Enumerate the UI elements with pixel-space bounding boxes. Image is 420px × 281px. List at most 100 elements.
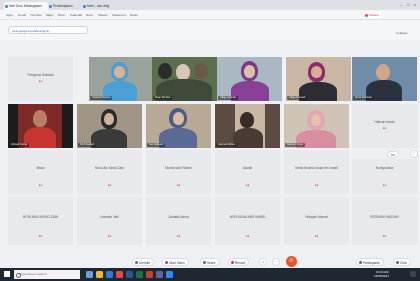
participant-tile[interactable]: Norsyuhada ●● <box>352 159 417 194</box>
share-button[interactable]: Share <box>200 258 220 266</box>
participant-tile[interactable]: Pengurus Sekolah ●● <box>8 57 73 101</box>
bookmark-item[interactable]: Calendar <box>70 12 82 18</box>
participant-tile[interactable]: Hafizah Ismail ●● <box>352 104 417 148</box>
more-icon[interactable]: ⋯ <box>272 258 280 266</box>
tab-favicon <box>5 4 8 8</box>
participant-name: Nurul Ain Mohd Zain <box>95 166 124 170</box>
participant-tile[interactable]: Azizah ●● <box>215 150 280 194</box>
bookmark-item[interactable]: Apps <box>6 12 13 18</box>
browser-tab-1[interactable]: Hari Guru Kebangsaan <box>4 2 48 10</box>
record-icon <box>230 261 234 264</box>
mic-off-icon: ●● <box>176 234 181 238</box>
participant-figure <box>240 112 254 128</box>
participant-name: Cikgu Aminah <box>218 96 239 100</box>
participant-tile[interactable]: Norazlin Jalil ●● <box>77 197 142 245</box>
participant-tile[interactable]: Mohd Khairul Anuar bin Ismail ●● <box>284 150 349 194</box>
excel-icon[interactable] <box>136 271 143 278</box>
bookmark-item[interactable]: Drive <box>58 12 65 18</box>
share-screen-icon <box>202 261 206 264</box>
bookmark-item[interactable]: News <box>130 12 138 18</box>
participant-name: Hidayah Ahmad <box>305 215 328 219</box>
bookmark-item[interactable]: Docs <box>86 12 93 18</box>
bookmark-item[interactable]: Classroom <box>112 12 126 18</box>
more-options-icon[interactable]: ⋮ <box>410 150 418 158</box>
collapse-button[interactable]: Collapse <box>396 31 408 35</box>
participant-name: Ahmad Faizal <box>9 143 29 147</box>
zoom-icon[interactable] <box>166 271 173 278</box>
browser-tab-3[interactable]: Meet - abc-defg <box>82 2 114 10</box>
start-video-label: Start Video <box>169 261 185 265</box>
mic-off-icon: ●● <box>382 183 387 187</box>
participant-tile[interactable]: NOR AZIAN ABD HAMID ●● <box>215 197 280 245</box>
bookmark-item[interactable]: Gmail <box>18 12 26 18</box>
unmute-button[interactable]: Unmute <box>132 258 155 266</box>
minimize-icon[interactable]: – <box>400 2 402 7</box>
participant-name: Norazlin Jalil <box>100 215 119 219</box>
participant-name: Nur Hidayah <box>147 143 166 147</box>
participant-tile[interactable]: Hidayah Ahmad ●● <box>284 197 349 245</box>
meeting-window: Hari Guru Kebangsaan Pembelajaran Meet -… <box>0 0 420 281</box>
participant-tile[interactable]: ROSLINDA MOHD ZAIN ●● <box>8 197 73 245</box>
chat-label: Chat <box>400 261 407 265</box>
close-icon[interactable]: × <box>414 2 416 7</box>
notification-icon[interactable] <box>410 271 416 277</box>
clock-date[interactable]: 16/05/2021 <box>374 274 389 278</box>
participant-name: Azizah <box>242 166 253 170</box>
mic-off-icon: ●● <box>382 126 387 130</box>
chrome-icon[interactable] <box>116 271 123 278</box>
participant-tile[interactable]: Musa ●● <box>8 150 73 194</box>
file-explorer-icon[interactable] <box>96 271 103 278</box>
participant-name: Encik Rahman <box>353 96 374 100</box>
maximize-icon[interactable]: □ <box>407 2 409 7</box>
meeting-link[interactable]: meet.google.com/abc-defg-hij <box>8 26 88 34</box>
participant-figure <box>194 63 208 79</box>
participant-video-tile[interactable]: Fatimah Zahra <box>215 104 280 148</box>
bookmark-item[interactable]: Maps <box>46 12 53 18</box>
participant-face <box>311 66 322 78</box>
task-view-icon[interactable] <box>86 271 93 278</box>
participant-tile[interactable]: ROSNANI HASSAN ●● <box>352 197 417 245</box>
participants-button[interactable]: Participants <box>356 258 384 266</box>
browser-tab-2[interactable]: Pembelajaran <box>48 2 82 10</box>
mic-off-icon: ●● <box>314 234 319 238</box>
participant-video-tile[interactable]: Ustazah Rohani <box>89 57 154 101</box>
tab-label: Hari Guru Kebangsaan <box>9 4 42 8</box>
participant-face <box>104 113 114 125</box>
taskbar-search-input[interactable]: Type here to search <box>14 270 80 279</box>
participant-video-tile-speaking[interactable]: Cikgu Aminah <box>217 57 282 101</box>
participant-video-tile[interactable]: Siti Khadijah <box>77 104 142 148</box>
participant-name: ROSNANI HASSAN <box>370 215 399 219</box>
record-button[interactable]: Record <box>228 258 250 266</box>
participant-tile[interactable]: Zaidatul Akma ●● <box>146 197 211 245</box>
teams-icon[interactable] <box>156 271 163 278</box>
participant-video-tile[interactable]: Puan Siti Nur <box>152 57 217 101</box>
end-call-button[interactable]: ✆ <box>286 256 297 267</box>
bookmark-item[interactable]: Sheets <box>98 12 107 18</box>
mic-off-icon: ●● <box>38 79 43 83</box>
word-icon[interactable] <box>126 271 133 278</box>
mic-off-icon: ●● <box>314 183 319 187</box>
participant-video-tile[interactable]: Salmah Omar <box>284 104 349 148</box>
participants-label: Participants <box>363 261 380 265</box>
edge-icon[interactable] <box>106 271 113 278</box>
participant-video-tile[interactable]: Ahmad Faizal <box>8 104 73 148</box>
participant-tile[interactable]: Nurul Ain Mohd Zain ●● <box>77 150 142 194</box>
profile-button[interactable]: Paused <box>364 12 382 18</box>
mic-off-icon: ●● <box>107 234 112 238</box>
windows-start-icon[interactable] <box>4 271 10 277</box>
powerpoint-icon[interactable] <box>146 271 153 278</box>
chat-button[interactable]: Chat <box>393 258 411 266</box>
record-label: Record <box>235 261 246 265</box>
participant-video-tile[interactable]: Encik Rahman <box>352 57 417 101</box>
reactions-icon[interactable]: ☺ <box>259 258 267 266</box>
participant-video-tile[interactable]: Cikgu Rosnah <box>286 57 351 101</box>
side-chip[interactable]: Pin <box>387 151 400 158</box>
start-video-button[interactable]: Start Video <box>162 258 189 266</box>
participant-face <box>376 64 390 80</box>
participant-tile[interactable]: Noraini Abd Rahim ●● <box>146 150 211 194</box>
browser-tab-bar: Hari Guru Kebangsaan Pembelajaran Meet -… <box>0 0 420 10</box>
participant-video-tile[interactable]: Nur Hidayah <box>146 104 211 148</box>
mic-off-icon: ●● <box>38 183 43 187</box>
tab-label: Meet - abc-defg <box>87 4 110 8</box>
bookmark-item[interactable]: YouTube <box>30 12 42 18</box>
